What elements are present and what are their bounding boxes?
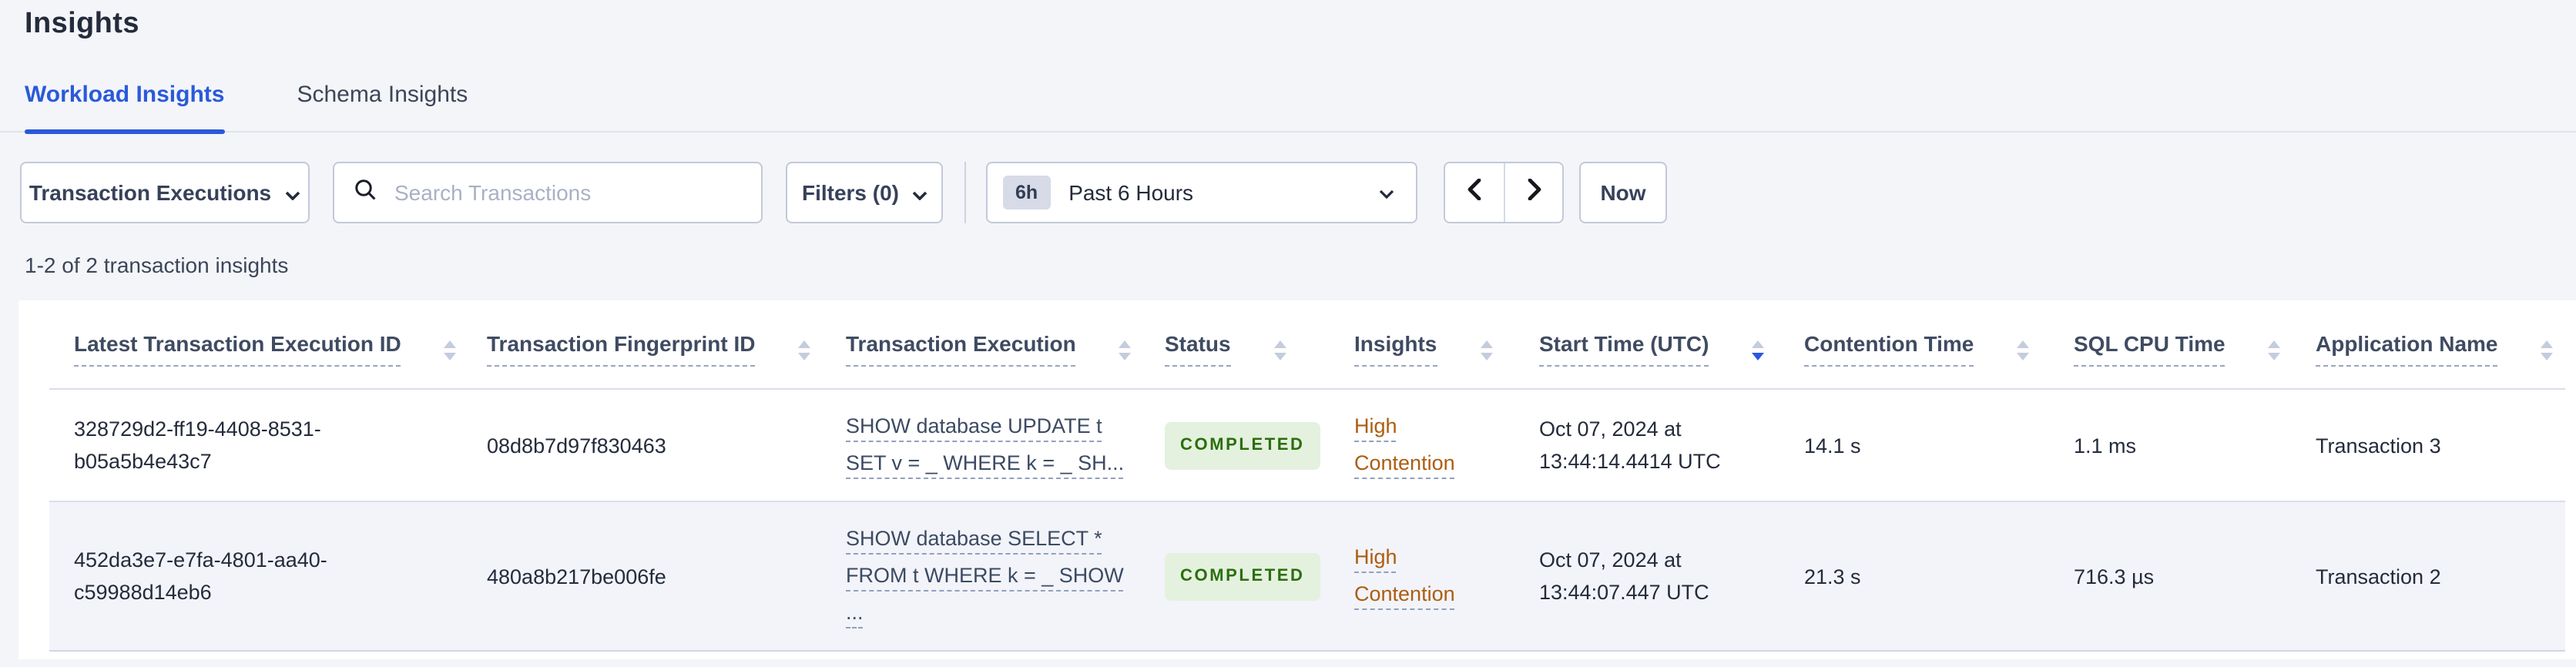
statement-link[interactable]: SHOW database UPDATE t	[846, 408, 1115, 445]
column-header-contention-time[interactable]: Contention Time	[1779, 300, 2049, 389]
search-box	[333, 162, 763, 223]
contention-time-cell: 21.3 s	[1804, 565, 1861, 588]
sort-desc-icon	[1752, 340, 1765, 360]
insight-link[interactable]: High Contention	[1354, 414, 1455, 474]
sort-icon	[2268, 340, 2281, 360]
application-name-cell: Transaction 2	[2316, 565, 2441, 588]
insights-cell: High Contention	[1330, 389, 1514, 501]
sort-icon	[2017, 340, 2030, 360]
time-range-pager	[1444, 162, 1564, 223]
column-header-start-time[interactable]: Start Time (UTC)	[1514, 300, 1779, 389]
chevron-left-icon	[1467, 177, 1482, 207]
results-summary: 1-2 of 2 transaction insights	[25, 253, 289, 277]
column-header-execution-id[interactable]: Latest Transaction Execution ID	[49, 300, 462, 389]
status-cell: COMPLETED	[1140, 389, 1330, 501]
search-input[interactable]	[391, 179, 743, 206]
transaction-execution-cell: SHOW database SELECT * FROM t WHERE k = …	[821, 501, 1140, 651]
toolbar-divider	[964, 162, 966, 223]
toolbar: Transaction Executions Filters (0) 6h Pa…	[20, 162, 2576, 223]
sort-icon	[798, 340, 811, 360]
tab-schema-insights[interactable]: Schema Insights	[297, 82, 468, 131]
sort-icon	[1273, 340, 1286, 360]
table-row: 328729d2-ff19-4408-8531-b05a5b4e43c7 08d…	[49, 389, 2565, 501]
insights-page: Insights Workload Insights Schema Insigh…	[0, 8, 2576, 667]
time-range-picker[interactable]: 6h Past 6 Hours	[986, 162, 1417, 223]
tab-workload-insights[interactable]: Workload Insights	[25, 82, 224, 134]
execution-id-cell: 452da3e7-e7fa-4801-aa40-c59988d14eb6	[74, 548, 327, 604]
column-header-fingerprint-id[interactable]: Transaction Fingerprint ID	[462, 300, 821, 389]
column-header-sql-cpu-time[interactable]: SQL CPU Time	[2049, 300, 2291, 389]
start-time-cell: Oct 07, 2024 at 13:44:07.447 UTC	[1539, 548, 1709, 604]
insights-cell: High Contention	[1330, 501, 1514, 651]
insights-table-card: Latest Transaction Execution ID Transact…	[18, 300, 2576, 659]
transaction-execution-cell: SHOW database UPDATE t SET v = _ WHERE k…	[821, 389, 1140, 501]
sort-icon	[1119, 340, 1132, 360]
insight-link[interactable]: High Contention	[1354, 545, 1455, 605]
statement-link[interactable]: SET v = _ WHERE k = _ SH...	[846, 445, 1124, 482]
sort-icon	[2541, 340, 2554, 360]
column-header-application-name[interactable]: Application Name	[2291, 300, 2565, 389]
sort-icon	[1480, 340, 1493, 360]
next-range-button[interactable]	[1504, 163, 1562, 222]
table-row: 452da3e7-e7fa-4801-aa40-c59988d14eb6 480…	[49, 501, 2565, 651]
column-header-insights[interactable]: Insights	[1330, 300, 1514, 389]
fingerprint-id-cell: 08d8b7d97f830463	[487, 434, 666, 457]
time-range-badge: 6h	[1003, 176, 1051, 209]
statement-link[interactable]: SHOW database SELECT *	[846, 521, 1115, 558]
start-time-cell: Oct 07, 2024 at 13:44:14.4414 UTC	[1539, 417, 1721, 473]
chevron-down-icon	[911, 180, 927, 205]
now-button[interactable]: Now	[1579, 162, 1667, 223]
chevron-right-icon	[1526, 177, 1541, 207]
contention-time-cell: 14.1 s	[1804, 434, 1861, 457]
status-cell: COMPLETED	[1140, 501, 1330, 651]
execution-type-dropdown[interactable]: Transaction Executions	[20, 162, 310, 223]
status-badge: COMPLETED	[1165, 421, 1320, 469]
statement-link[interactable]: ...	[846, 595, 1115, 632]
chevron-down-icon	[1379, 179, 1394, 206]
tab-bar: Workload Insights Schema Insights	[0, 82, 2576, 134]
page-title: Insights	[25, 8, 139, 40]
sort-icon	[444, 340, 457, 360]
column-header-status[interactable]: Status	[1140, 300, 1330, 389]
application-name-cell: Transaction 3	[2316, 434, 2441, 457]
table-header-row: Latest Transaction Execution ID Transact…	[49, 300, 2565, 389]
column-header-transaction-execution[interactable]: Transaction Execution	[821, 300, 1140, 389]
filters-button[interactable]: Filters (0)	[786, 162, 943, 223]
sql-cpu-time-cell: 716.3 µs	[2074, 565, 2155, 588]
search-icon	[353, 176, 377, 209]
execution-type-label: Transaction Executions	[29, 180, 272, 205]
previous-range-button[interactable]	[1445, 163, 1504, 222]
chevron-down-icon	[285, 180, 300, 205]
time-range-label: Past 6 Hours	[1068, 180, 1194, 205]
sql-cpu-time-cell: 1.1 ms	[2074, 434, 2137, 457]
status-badge: COMPLETED	[1165, 552, 1320, 600]
execution-id-cell: 328729d2-ff19-4408-8531-b05a5b4e43c7	[74, 417, 321, 473]
fingerprint-id-cell: 480a8b217be006fe	[487, 565, 666, 588]
filters-label: Filters (0)	[801, 180, 899, 205]
insights-table: Latest Transaction Execution ID Transact…	[49, 300, 2565, 652]
statement-link[interactable]: FROM t WHERE k = _ SHOW	[846, 558, 1124, 595]
